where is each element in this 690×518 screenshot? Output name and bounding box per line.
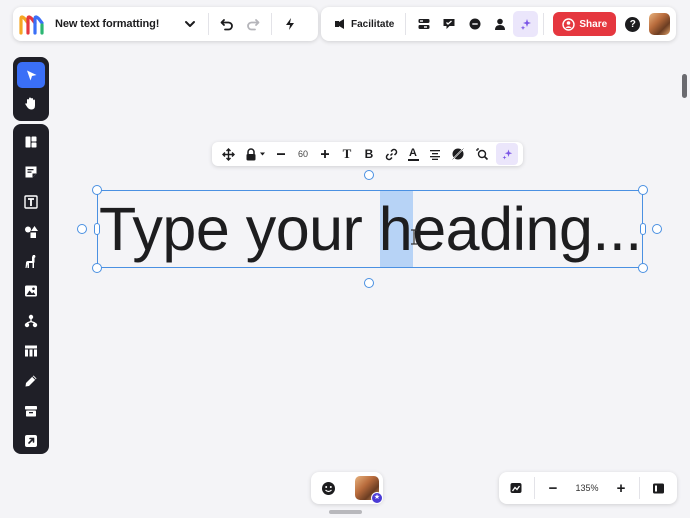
- shapes-icon: [24, 225, 38, 238]
- width-handle-left[interactable]: [94, 223, 100, 235]
- table-icon: [25, 345, 37, 357]
- table-tool[interactable]: [17, 338, 45, 364]
- user-icon[interactable]: [488, 11, 513, 37]
- text-format-toolbar: 60 T B A: [212, 142, 523, 166]
- resize-handle-top-right[interactable]: [638, 185, 648, 195]
- timeline-icon[interactable]: [411, 11, 436, 37]
- connector-handle-bottom[interactable]: [364, 278, 374, 288]
- facilitate-button[interactable]: Facilitate: [327, 17, 400, 31]
- link-icon[interactable]: [380, 143, 402, 165]
- connector-handle-top[interactable]: [364, 170, 374, 180]
- diagram-icon: [24, 315, 38, 328]
- resize-handle-bottom-left[interactable]: [92, 263, 102, 273]
- ai-assist-icon[interactable]: [496, 143, 518, 165]
- divider: [405, 13, 407, 35]
- divider: [271, 13, 273, 35]
- magic-search-icon[interactable]: [470, 143, 494, 165]
- image-tool[interactable]: [17, 279, 45, 305]
- hand-tool[interactable]: [17, 90, 45, 116]
- zoom-bar: − 135% +: [499, 472, 677, 504]
- reactions-bar: ★: [311, 472, 383, 504]
- select-icon: [26, 70, 36, 80]
- text-color-glyph: A: [409, 146, 417, 159]
- upload-icon: [25, 435, 37, 448]
- resize-handle-bottom-right[interactable]: [638, 263, 648, 273]
- panel-toggle-icon[interactable]: [645, 475, 671, 501]
- highlight-color-icon[interactable]: [446, 143, 470, 165]
- text-color-button[interactable]: A: [402, 143, 424, 165]
- user-avatar[interactable]: [648, 13, 671, 35]
- zoom-out-button[interactable]: −: [540, 475, 566, 501]
- collaboration-bar: Facilitate Share ?: [321, 7, 676, 41]
- star-icon: ★: [371, 492, 383, 504]
- navigation-toolbar: [13, 57, 49, 121]
- present-icon[interactable]: [437, 11, 462, 37]
- templates-icon: [25, 136, 37, 148]
- hand-icon: [25, 97, 35, 109]
- ai-sparkle-icon[interactable]: [512, 11, 539, 37]
- text-type-button[interactable]: T: [336, 143, 358, 165]
- align-center-icon[interactable]: [424, 143, 446, 165]
- diagram-tool[interactable]: [17, 308, 45, 334]
- shapes-tool[interactable]: [17, 219, 45, 245]
- map-icon[interactable]: [503, 475, 529, 501]
- upload-tool[interactable]: [17, 428, 45, 454]
- add-user-icon: [562, 17, 576, 31]
- facilitate-icon: [335, 19, 344, 29]
- lock-icon: [246, 147, 255, 160]
- share-label: Share: [579, 18, 608, 30]
- divider: [208, 13, 210, 35]
- board-header: New text formatting!: [13, 7, 318, 41]
- font-size-value[interactable]: 60: [292, 143, 314, 165]
- animal-tool[interactable]: [17, 249, 45, 275]
- bold-button[interactable]: B: [358, 143, 380, 165]
- facilitate-label: Facilitate: [351, 18, 395, 30]
- board-title[interactable]: New text formatting!: [55, 18, 159, 30]
- pen-tool[interactable]: [17, 368, 45, 394]
- sticky-note-icon: [25, 166, 37, 178]
- creation-toolbar: [13, 124, 49, 454]
- font-size-decrease[interactable]: [270, 143, 292, 165]
- facilitator-avatar[interactable]: ★: [355, 476, 383, 504]
- divider: [534, 477, 535, 499]
- width-handle-right[interactable]: [640, 223, 646, 235]
- connector-handle-right[interactable]: [652, 224, 662, 234]
- share-button[interactable]: Share: [553, 12, 617, 36]
- frame-icon: [25, 406, 37, 417]
- text-icon: [24, 195, 38, 209]
- app-logo-icon[interactable]: [19, 13, 45, 35]
- templates-tool[interactable]: [17, 129, 45, 155]
- text-tool[interactable]: [17, 189, 45, 215]
- font-size-increase[interactable]: [314, 143, 336, 165]
- select-tool[interactable]: [17, 62, 45, 88]
- zoom-in-button[interactable]: +: [608, 475, 634, 501]
- sticky-note-tool[interactable]: [17, 159, 45, 185]
- divider: [639, 477, 640, 499]
- undo-icon[interactable]: [214, 11, 240, 37]
- zoom-level[interactable]: 135%: [566, 483, 608, 493]
- help-icon: ?: [625, 16, 641, 32]
- lock-button[interactable]: [240, 143, 270, 165]
- frame-tool[interactable]: [17, 398, 45, 424]
- pen-icon: [25, 375, 37, 387]
- connector-handle-left[interactable]: [77, 224, 87, 234]
- move-icon[interactable]: [216, 143, 240, 165]
- help-button[interactable]: ?: [620, 11, 645, 37]
- emoji-reaction-icon[interactable]: [315, 475, 341, 501]
- vertical-scrollbar[interactable]: [682, 74, 687, 98]
- text-color-swatch: [407, 158, 419, 161]
- image-icon: [25, 285, 37, 297]
- redo-icon[interactable]: [240, 11, 266, 37]
- selection-frame[interactable]: [97, 190, 643, 268]
- chevron-down-icon: [259, 152, 265, 156]
- horizontal-scrollbar[interactable]: [329, 510, 362, 514]
- animal-icon: [25, 255, 36, 269]
- divider: [543, 13, 545, 35]
- comment-icon[interactable]: [462, 11, 487, 37]
- chevron-down-icon[interactable]: [177, 11, 203, 37]
- resize-handle-top-left[interactable]: [92, 185, 102, 195]
- lightning-icon[interactable]: [277, 11, 303, 37]
